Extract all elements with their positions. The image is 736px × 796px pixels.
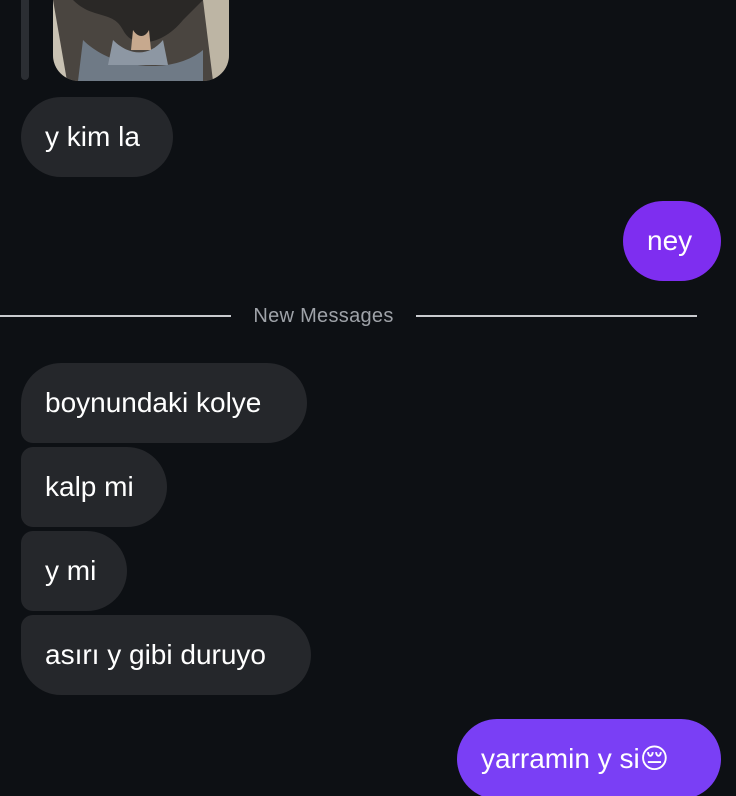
- outgoing-message[interactable]: yarramin y si😔: [457, 719, 721, 796]
- divider-line-right: [416, 315, 697, 317]
- incoming-message[interactable]: y kim la: [21, 97, 173, 177]
- message-text: boynundaki kolye: [45, 387, 262, 418]
- message-text: y kim la: [45, 121, 140, 152]
- incoming-message[interactable]: boynundaki kolye: [21, 363, 307, 443]
- photo-image: [53, 0, 229, 81]
- chat-thread: y kim la ney New Messages boynundaki kol…: [0, 0, 736, 796]
- incoming-message[interactable]: kalp mi: [21, 447, 167, 527]
- incoming-message[interactable]: asırı y gibi duruyo: [21, 615, 311, 695]
- message-text: y mi: [45, 555, 97, 586]
- pensive-face-emoji-icon: 😔: [639, 743, 669, 774]
- message-text: yarramin y si: [481, 743, 640, 774]
- reply-quote-bar: [21, 0, 29, 80]
- message-text: asırı y gibi duruyo: [45, 639, 266, 670]
- divider-label: New Messages: [253, 305, 394, 327]
- divider-line-left: [0, 315, 231, 317]
- shared-photo-thumbnail[interactable]: [53, 0, 229, 81]
- outgoing-message[interactable]: ney: [623, 201, 721, 281]
- message-text: ney: [647, 225, 693, 256]
- new-messages-divider: New Messages: [0, 300, 697, 332]
- incoming-message[interactable]: y mi: [21, 531, 127, 611]
- message-text: kalp mi: [45, 471, 134, 502]
